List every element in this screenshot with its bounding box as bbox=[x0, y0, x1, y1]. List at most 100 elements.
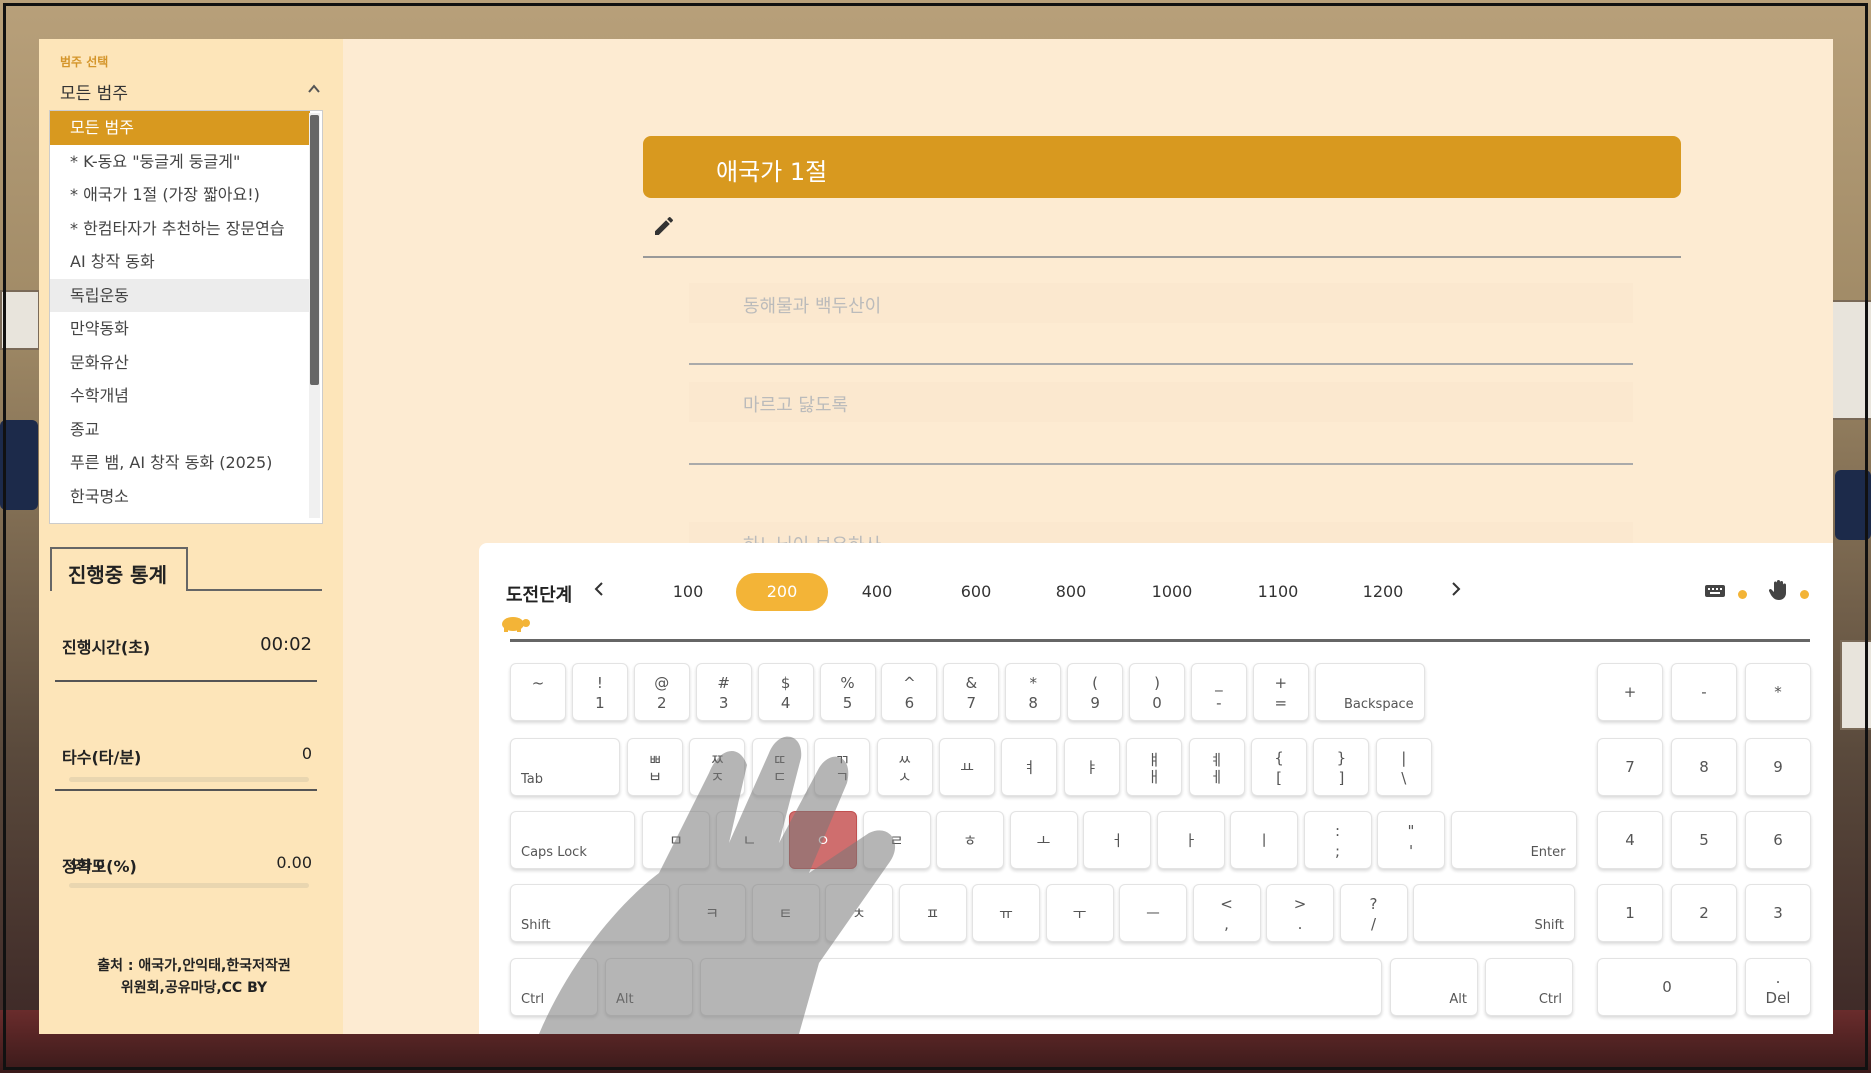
keyboard-icon[interactable] bbox=[1704, 583, 1726, 604]
key[interactable]: (9 bbox=[1067, 663, 1124, 721]
ctrl-left-key[interactable]: Ctrl bbox=[510, 958, 598, 1016]
numpad-key[interactable]: 4 bbox=[1597, 811, 1663, 869]
key[interactable]: ㅑ bbox=[1063, 738, 1120, 796]
category-option[interactable]: 문화유산 bbox=[50, 346, 310, 380]
key[interactable]: ㅊ bbox=[825, 884, 893, 942]
key[interactable]: ㅓ bbox=[1083, 811, 1151, 869]
key[interactable]: ㄴ bbox=[715, 811, 784, 869]
chevron-left-icon[interactable] bbox=[592, 579, 606, 603]
numpad-key[interactable]: 7 bbox=[1597, 738, 1663, 796]
numpad-key[interactable]: 9 bbox=[1745, 738, 1811, 796]
category-option[interactable]: 수학개념 bbox=[50, 379, 310, 413]
level-option[interactable]: 400 bbox=[831, 573, 923, 611]
key[interactable]: ㅠ bbox=[972, 884, 1040, 942]
category-option[interactable]: 독립운동 bbox=[50, 278, 310, 312]
category-scrollbar[interactable] bbox=[309, 113, 320, 518]
key[interactable]: ㅜ bbox=[1045, 884, 1114, 942]
key[interactable]: ? / bbox=[1339, 884, 1408, 942]
shift-left-key[interactable]: Shift bbox=[510, 884, 670, 942]
key[interactable]: @2 bbox=[633, 663, 690, 721]
chevron-right-icon[interactable] bbox=[1449, 579, 1463, 603]
key[interactable]: ^ 6 bbox=[881, 663, 938, 721]
key[interactable]: _ - bbox=[1190, 663, 1247, 721]
key[interactable]: | \ bbox=[1375, 738, 1432, 796]
key[interactable]: * 8 bbox=[1005, 663, 1062, 721]
numpad-key[interactable]: - bbox=[1671, 663, 1737, 721]
key[interactable]: ) 0 bbox=[1129, 663, 1185, 721]
key[interactable]: ㅖㅔ bbox=[1188, 738, 1245, 796]
key[interactable]: ㅃㅂ bbox=[627, 738, 683, 796]
category-option[interactable]: 한국명소 bbox=[50, 480, 310, 514]
key[interactable]: <, bbox=[1192, 884, 1261, 942]
level-option[interactable]: 1200 bbox=[1337, 573, 1429, 611]
enter-key[interactable]: Enter bbox=[1450, 811, 1577, 869]
numpad-key[interactable]: + bbox=[1597, 663, 1663, 721]
tab-key[interactable]: Tab bbox=[510, 738, 620, 796]
key[interactable]: ㅛ bbox=[939, 738, 995, 796]
backspace-key[interactable]: Backspace bbox=[1314, 663, 1425, 721]
key[interactable]: ㅗ bbox=[1009, 811, 1078, 869]
shift-right-key[interactable]: Shift bbox=[1413, 884, 1575, 942]
key[interactable]: ㅣ bbox=[1230, 811, 1298, 869]
category-option[interactable]: AI 창작 동화 bbox=[50, 245, 310, 279]
key[interactable]: ㄸㄷ bbox=[751, 738, 808, 796]
key[interactable]: ㅕ bbox=[1001, 738, 1058, 796]
level-option[interactable]: 1100 bbox=[1232, 573, 1324, 611]
space-key[interactable] bbox=[700, 958, 1382, 1016]
numpad-key[interactable]: 3 bbox=[1745, 884, 1811, 942]
category-option[interactable]: 푸른 뱀, AI 창작 동화 (2025) bbox=[50, 446, 310, 480]
numpad-key[interactable]: * bbox=[1745, 663, 1811, 721]
key[interactable]: #3 bbox=[695, 663, 752, 721]
typing-input-underline[interactable] bbox=[643, 256, 1681, 258]
caps-lock-key[interactable]: Caps Lock bbox=[510, 811, 635, 869]
alt-right-key[interactable]: Alt bbox=[1390, 958, 1478, 1016]
hand-icon[interactable] bbox=[1768, 579, 1789, 606]
level-option-active[interactable]: 200 bbox=[736, 573, 828, 611]
key[interactable]: ㅁ bbox=[642, 811, 710, 869]
scrollbar-thumb[interactable] bbox=[310, 115, 319, 385]
numpad-key[interactable]: 1 bbox=[1597, 884, 1663, 942]
level-option[interactable]: 800 bbox=[1025, 573, 1117, 611]
numpad-key[interactable]: 2 bbox=[1671, 884, 1737, 942]
key[interactable]: ㅡ bbox=[1119, 884, 1187, 942]
key[interactable]: % 5 bbox=[819, 663, 876, 721]
level-option[interactable]: 600 bbox=[930, 573, 1022, 611]
category-option[interactable]: * K-동요 "둥글게 둥글게" bbox=[50, 145, 310, 179]
key[interactable]: + = bbox=[1252, 663, 1309, 721]
key[interactable]: >. bbox=[1266, 884, 1334, 942]
ctrl-right-key[interactable]: Ctrl bbox=[1485, 958, 1573, 1016]
key[interactable]: :; bbox=[1303, 811, 1372, 869]
numpad-key[interactable]: 6 bbox=[1745, 811, 1811, 869]
category-option[interactable]: 만약동화 bbox=[50, 312, 310, 346]
key[interactable]: ㅏ bbox=[1156, 811, 1225, 869]
highlighted-key[interactable]: ㅇ bbox=[789, 811, 857, 869]
key[interactable]: ㅋ bbox=[678, 884, 746, 942]
key[interactable]: ㄹ bbox=[862, 811, 931, 869]
category-option[interactable]: * 한컴타자가 추천하는 장문연습 bbox=[50, 212, 310, 246]
key[interactable]: ! 1 bbox=[571, 663, 628, 721]
category-option[interactable]: * 애국가 1절 (가장 짧아요!) bbox=[50, 178, 310, 212]
key[interactable]: ㅍ bbox=[898, 884, 967, 942]
key[interactable]: {[ bbox=[1251, 738, 1307, 796]
key[interactable]: ㅒㅐ bbox=[1126, 738, 1183, 796]
key[interactable]: & 7 bbox=[943, 663, 1000, 721]
numpad-key[interactable]: 5 bbox=[1671, 811, 1737, 869]
numpad-key[interactable]: 8 bbox=[1671, 738, 1737, 796]
alt-left-key[interactable]: Alt bbox=[605, 958, 693, 1016]
key[interactable]: ㅌ bbox=[751, 884, 820, 942]
key[interactable]: ㄲㄱ bbox=[814, 738, 871, 796]
key[interactable]: " ' bbox=[1377, 811, 1445, 869]
level-option[interactable]: 1000 bbox=[1126, 573, 1218, 611]
key[interactable]: ㅎ bbox=[936, 811, 1004, 869]
key[interactable]: ㅆㅅ bbox=[876, 738, 933, 796]
numpad-del-key[interactable]: . Del bbox=[1745, 958, 1811, 1016]
key[interactable]: }] bbox=[1313, 738, 1370, 796]
category-option[interactable]: 종교 bbox=[50, 413, 310, 447]
key[interactable]: ~ bbox=[510, 663, 566, 721]
key[interactable]: $4 bbox=[757, 663, 814, 721]
level-option[interactable]: 100 bbox=[642, 573, 734, 611]
numpad-zero-key[interactable]: 0 bbox=[1597, 958, 1737, 1016]
category-select[interactable]: 모든 범주 bbox=[60, 79, 326, 105]
category-option[interactable]: 모든 범주 bbox=[50, 111, 310, 145]
key[interactable]: ㅉㅈ bbox=[689, 738, 746, 796]
